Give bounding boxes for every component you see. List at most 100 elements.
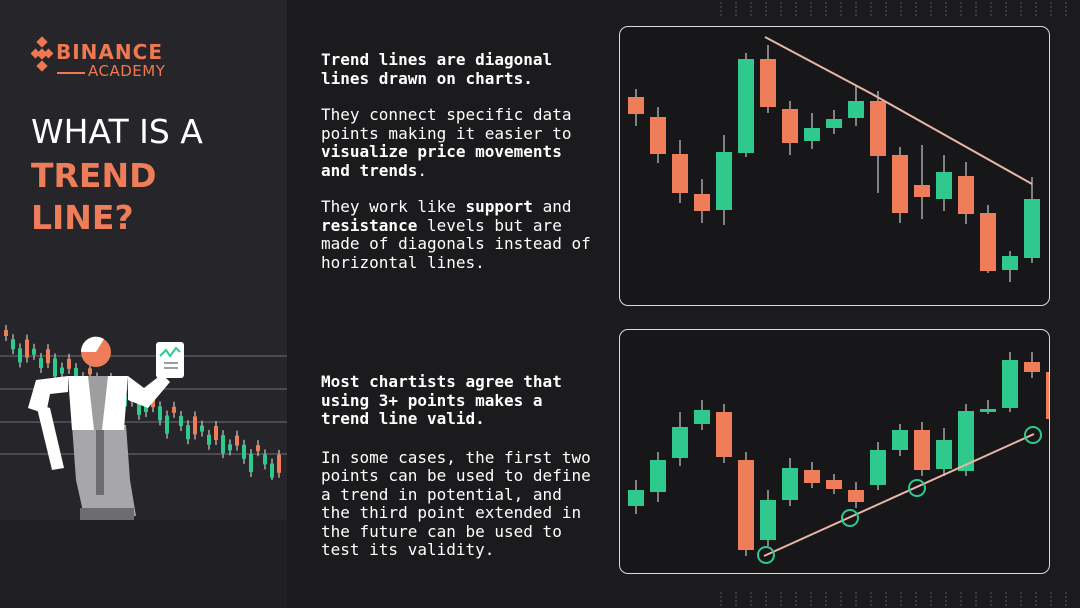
dot — [855, 592, 857, 594]
dot — [1020, 10, 1022, 12]
brand-name: BINANCE — [56, 40, 163, 64]
dot — [870, 604, 872, 606]
dot — [1005, 596, 1007, 598]
dot — [840, 6, 842, 8]
dot — [1005, 6, 1007, 8]
dot — [780, 596, 782, 598]
dot — [735, 592, 737, 594]
brand-dash — [57, 72, 85, 74]
dot — [945, 596, 947, 598]
dot — [960, 6, 962, 8]
dot — [825, 592, 827, 594]
dot — [975, 600, 977, 602]
dot — [855, 6, 857, 8]
candle-body — [207, 434, 211, 445]
dot — [750, 600, 752, 602]
candle-body — [18, 348, 22, 363]
candle-body — [936, 172, 952, 199]
dot — [840, 604, 842, 606]
text: They work like — [321, 197, 466, 216]
candle-body — [738, 59, 754, 153]
dot — [795, 604, 797, 606]
dot — [825, 604, 827, 606]
section1-text: Trend lines are diagonal lines drawn on … — [321, 50, 596, 272]
floor — [0, 520, 287, 608]
candle-body — [242, 444, 246, 459]
dot — [765, 600, 767, 602]
candle-body — [694, 194, 710, 211]
dot — [855, 14, 857, 16]
text: . — [417, 160, 427, 180]
dot — [1050, 596, 1052, 598]
dot — [960, 604, 962, 606]
dot — [945, 14, 947, 16]
dot — [1005, 592, 1007, 594]
candle-body — [848, 101, 864, 118]
dot — [780, 604, 782, 606]
candle-body — [221, 435, 225, 454]
candle-body — [694, 410, 710, 424]
dot — [810, 2, 812, 4]
brand-sub: ACADEMY — [88, 62, 166, 80]
dot — [750, 596, 752, 598]
dot — [825, 600, 827, 602]
dot — [945, 2, 947, 4]
dot — [975, 10, 977, 12]
dot — [750, 10, 752, 12]
dot — [825, 6, 827, 8]
chart-panel-uptrend — [619, 329, 1050, 574]
section1-paragraph-1: They connect specific data points making… — [321, 105, 596, 180]
dot — [960, 592, 962, 594]
emphasis: visualize price movements and trends — [321, 142, 562, 180]
dot — [885, 604, 887, 606]
candle-body — [200, 425, 204, 432]
candle-body — [1024, 199, 1040, 258]
section2-heading: Most chartists agree that using 3+ point… — [321, 372, 562, 428]
dot — [735, 604, 737, 606]
section1-heading: Trend lines are diagonal lines drawn on … — [321, 50, 553, 88]
title-line-1: WHAT IS A — [31, 112, 203, 151]
candle-body — [848, 490, 864, 502]
dot — [1050, 14, 1052, 16]
candle-body — [804, 470, 820, 483]
support-trend-line — [763, 433, 1035, 557]
candle-body — [914, 430, 930, 470]
dot — [810, 10, 812, 12]
paper-line — [164, 367, 178, 369]
dot — [930, 6, 932, 8]
section2-text: Most chartists agree that using 3+ point… — [321, 372, 596, 560]
decoration-dots — [720, 592, 1067, 606]
dot — [900, 596, 902, 598]
candle-body — [1024, 362, 1040, 372]
dot — [810, 596, 812, 598]
dot — [810, 592, 812, 594]
dot — [885, 6, 887, 8]
dot — [795, 596, 797, 598]
candle-body — [214, 426, 218, 440]
dot — [990, 2, 992, 4]
dot — [1035, 592, 1037, 594]
dot — [780, 2, 782, 4]
dot — [855, 2, 857, 4]
dot — [1065, 596, 1067, 598]
candle-body — [650, 117, 666, 154]
candle-body — [628, 490, 644, 506]
dot — [1050, 2, 1052, 4]
dot — [915, 596, 917, 598]
dot — [930, 14, 932, 16]
decoration-dots — [720, 2, 1067, 16]
candle-body — [782, 468, 798, 500]
dot — [990, 600, 992, 602]
candle-body — [1002, 360, 1018, 408]
dot — [960, 600, 962, 602]
dot — [900, 6, 902, 8]
dot — [930, 2, 932, 4]
emphasis: resistance — [321, 215, 418, 235]
dot — [1050, 600, 1052, 602]
dot — [720, 14, 722, 16]
pants-seam — [96, 425, 104, 495]
dot — [735, 14, 737, 16]
dot — [1035, 2, 1037, 4]
dot — [1065, 592, 1067, 594]
dot — [735, 2, 737, 4]
